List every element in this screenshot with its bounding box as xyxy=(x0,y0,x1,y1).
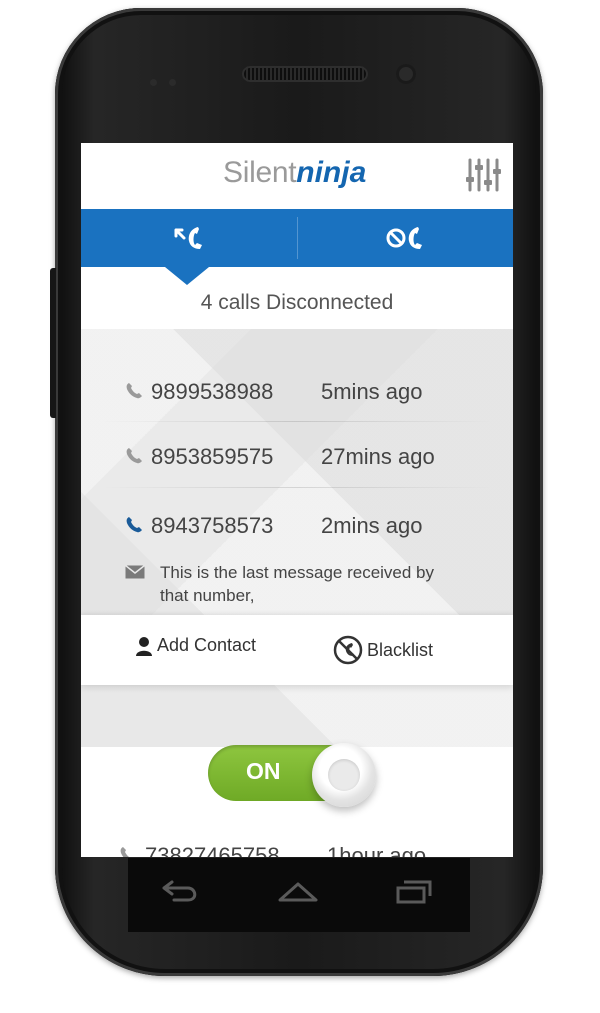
call-number: 8953859575 xyxy=(151,444,274,469)
call-number: 73827465758 xyxy=(145,843,280,857)
phone-icon xyxy=(120,847,133,857)
recent-apps-icon[interactable] xyxy=(392,878,436,908)
person-icon xyxy=(136,636,152,656)
tab-bar xyxy=(81,209,513,267)
toggle-label: ON xyxy=(246,758,281,784)
blacklist-icon xyxy=(333,635,363,665)
call-number: 8943758573 xyxy=(151,513,274,538)
mail-icon xyxy=(125,565,145,579)
phone-icon xyxy=(126,383,142,399)
tab-blocked-calls[interactable] xyxy=(297,209,513,267)
logo-brand: ninja xyxy=(296,156,367,189)
home-icon[interactable] xyxy=(276,878,320,908)
phone-icon xyxy=(126,517,142,533)
toggle-knob[interactable] xyxy=(312,743,376,807)
active-tab-pointer xyxy=(165,267,209,285)
app-screen: Silentninja 4 calls Disconnected 9899538… xyxy=(81,143,513,857)
call-time: 5mins ago xyxy=(321,379,423,404)
top-bar: Silentninja xyxy=(81,143,513,209)
call-time: 27mins ago xyxy=(321,444,435,469)
logo-prefix: Silent xyxy=(223,156,297,189)
row-divider xyxy=(101,487,493,488)
call-blocked-icon xyxy=(386,227,422,249)
silent-mode-toggle[interactable]: ON xyxy=(208,743,378,807)
row-divider xyxy=(101,421,493,422)
add-contact-label: Add Contact xyxy=(157,635,257,655)
message-text: This is the last message received by tha… xyxy=(160,563,435,605)
equalizer-settings-icon[interactable] xyxy=(465,157,501,193)
call-disconnected-icon xyxy=(174,227,202,249)
call-number: 9899538988 xyxy=(151,379,274,404)
sensor-dots xyxy=(150,71,190,86)
call-time: 2mins ago xyxy=(321,513,423,538)
phone-icon xyxy=(126,448,142,464)
blacklist-label: Blacklist xyxy=(367,639,434,660)
side-button xyxy=(50,268,56,418)
calls-summary: 4 calls Disconnected xyxy=(200,291,394,314)
call-time: 1hour ago xyxy=(327,843,427,857)
earpiece-speaker xyxy=(242,66,368,82)
tab-disconnected-calls[interactable] xyxy=(81,209,297,267)
front-camera xyxy=(396,64,416,84)
add-contact-button[interactable]: Add Contact xyxy=(135,635,256,656)
back-icon[interactable] xyxy=(158,878,202,908)
call-actions: Add Contact Blacklist xyxy=(81,615,513,685)
app-logo: Silentninja xyxy=(223,156,366,190)
blacklist-button[interactable]: Blacklist xyxy=(333,635,433,665)
